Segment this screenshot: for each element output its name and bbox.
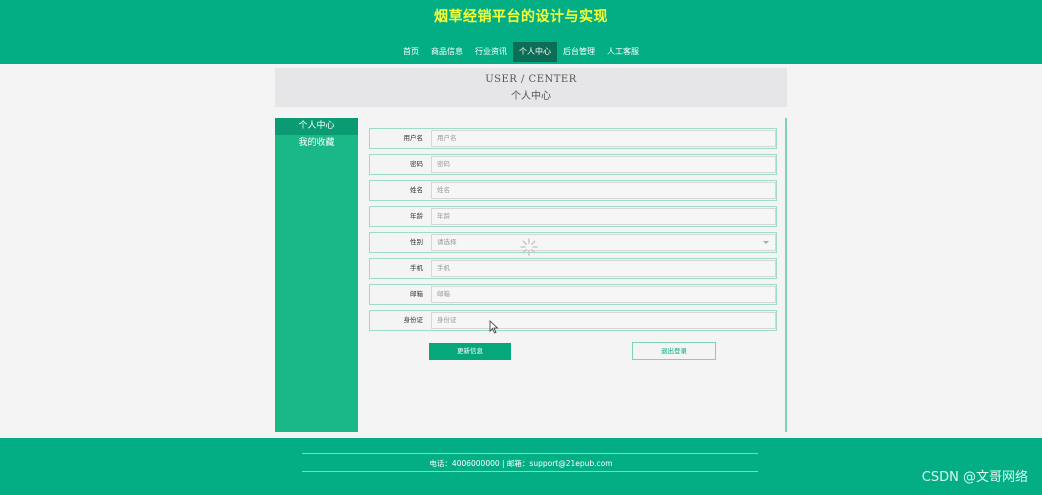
form-row-username: 用户名 用户名 xyxy=(369,128,777,149)
sidebar: 个人中心 我的收藏 xyxy=(275,118,358,432)
username-input[interactable]: 用户名 xyxy=(431,130,776,147)
form-row-password: 密码 密码 xyxy=(369,154,777,175)
form-row-email: 邮箱 邮箱 xyxy=(369,284,777,305)
age-input[interactable]: 年龄 xyxy=(431,208,776,225)
main-nav: 首页 商品信息 行业资讯 个人中心 后台管理 人工客服 xyxy=(0,42,1042,62)
password-input[interactable]: 密码 xyxy=(431,156,776,173)
banner-title-en: USER / CENTER xyxy=(485,74,577,85)
email-input[interactable]: 邮箱 xyxy=(431,286,776,303)
gender-select[interactable]: 请选择 xyxy=(431,234,776,251)
nav-item-support[interactable]: 人工客服 xyxy=(601,42,645,62)
name-input[interactable]: 姓名 xyxy=(431,182,776,199)
field-label: 密码 xyxy=(410,160,423,168)
footer-contact: 电话：4006000000 | 邮箱：support@21epub.com xyxy=(429,459,613,468)
field-label: 性别 xyxy=(410,238,423,246)
phone-input[interactable]: 手机 xyxy=(431,260,776,277)
nav-item-user-center[interactable]: 个人中心 xyxy=(513,42,557,62)
form-row-idcard: 身份证 身份证 xyxy=(369,310,777,331)
form-row-name: 姓名 姓名 xyxy=(369,180,777,201)
site-title: 烟草经销平台的设计与实现 xyxy=(434,9,608,25)
form-row-age: 年龄 年龄 xyxy=(369,206,777,227)
loading-spinner-icon xyxy=(520,238,538,256)
update-info-button[interactable]: 更新信息 xyxy=(429,343,511,360)
field-label: 用户名 xyxy=(403,134,424,142)
nav-item-news[interactable]: 行业资讯 xyxy=(469,42,513,62)
idcard-input[interactable]: 身份证 xyxy=(431,312,776,329)
field-label: 邮箱 xyxy=(410,290,423,298)
site-footer: 电话：4006000000 | 邮箱：support@21epub.com CS… xyxy=(0,438,1042,495)
footer-divider xyxy=(302,453,758,454)
form-row-gender: 性别 请选择 xyxy=(369,232,777,253)
nav-item-home[interactable]: 首页 xyxy=(397,42,425,62)
form-row-phone: 手机 手机 xyxy=(369,258,777,279)
mouse-pointer-icon xyxy=(489,320,499,334)
sidebar-item-user-center[interactable]: 个人中心 xyxy=(275,118,358,135)
banner-title-cn: 个人中心 xyxy=(511,91,551,102)
field-label: 姓名 xyxy=(410,186,423,194)
logout-button[interactable]: 退出登录 xyxy=(632,342,716,360)
nav-item-products[interactable]: 商品信息 xyxy=(425,42,469,62)
nav-item-admin[interactable]: 后台管理 xyxy=(557,42,601,62)
field-label: 身份证 xyxy=(403,316,424,324)
profile-form: 用户名 用户名 密码 密码 姓名 姓名 年龄 年龄 性别 请选择 手机 手机 邮… xyxy=(366,118,787,432)
page-banner: USER / CENTER 个人中心 xyxy=(275,68,787,107)
field-label: 年龄 xyxy=(410,212,423,220)
sidebar-item-favorites[interactable]: 我的收藏 xyxy=(275,135,358,152)
watermark: CSDN @文哥网络 xyxy=(921,470,1028,485)
site-header: 烟草经销平台的设计与实现 首页 商品信息 行业资讯 个人中心 后台管理 人工客服 xyxy=(0,0,1042,64)
field-label: 手机 xyxy=(410,264,423,272)
footer-divider xyxy=(302,471,758,472)
